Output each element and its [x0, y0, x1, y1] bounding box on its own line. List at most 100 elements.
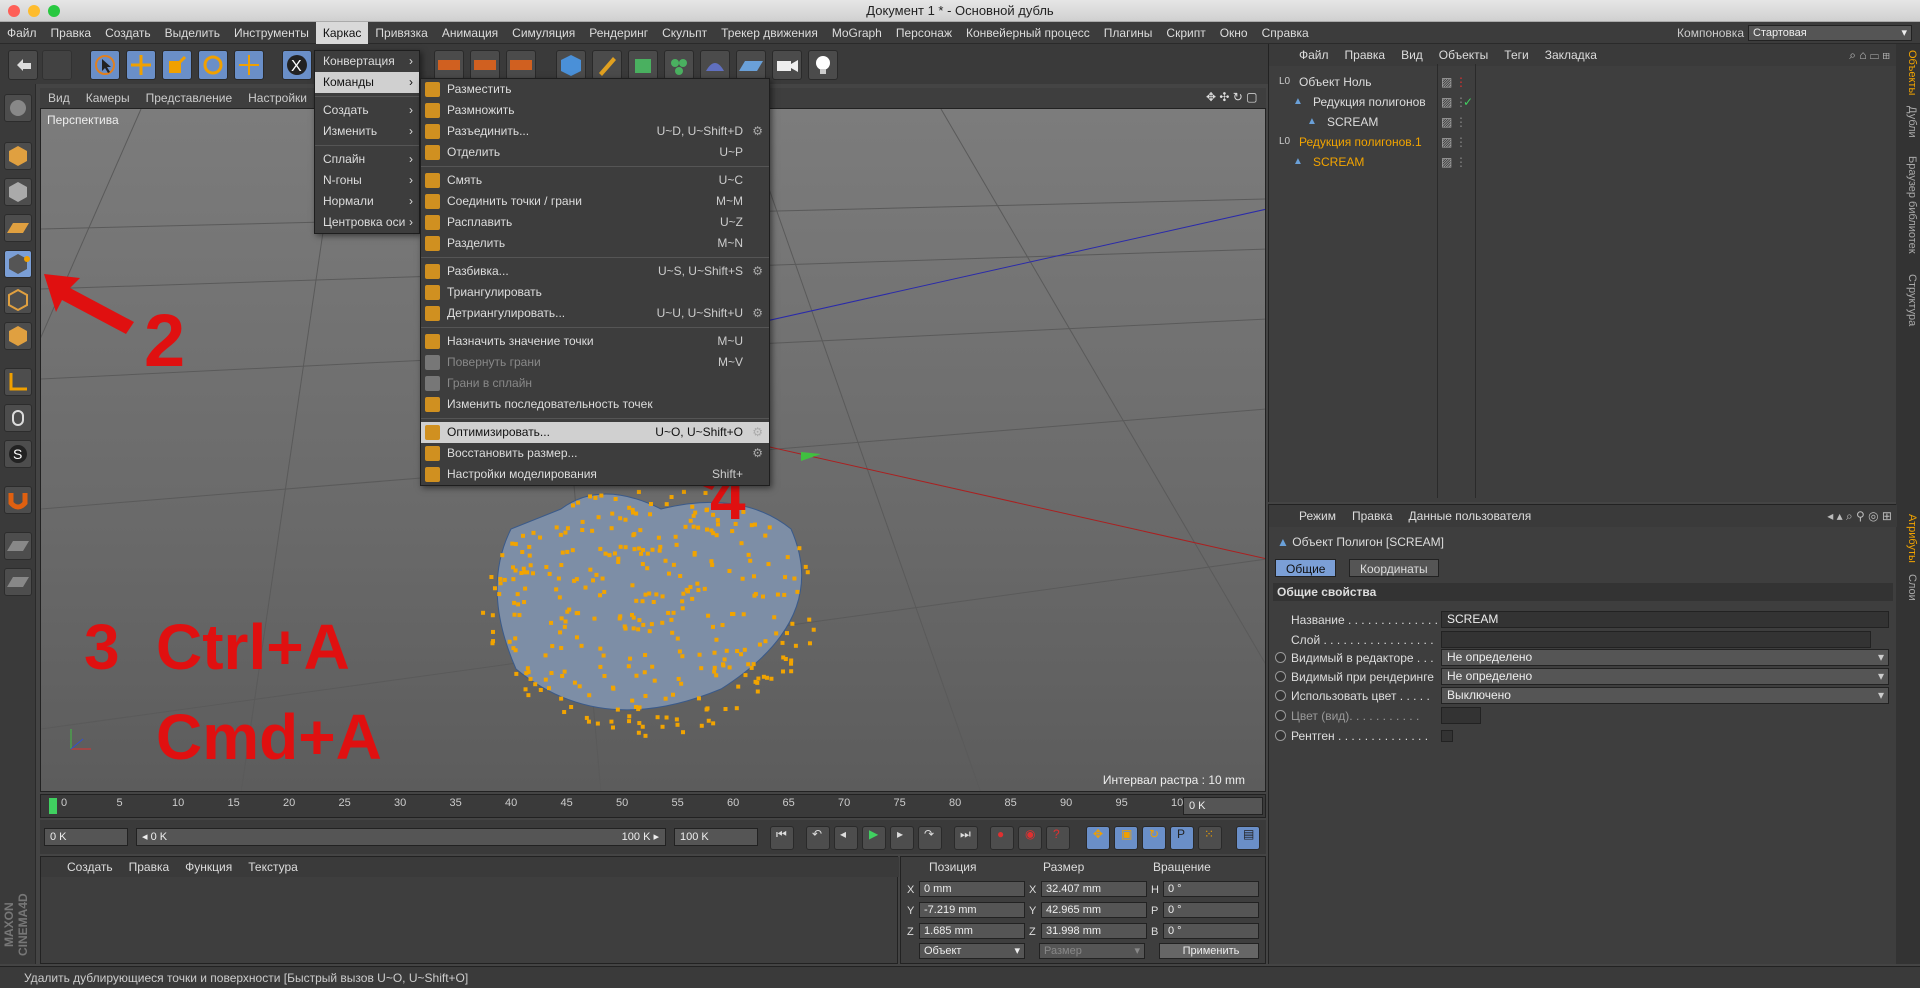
mesh-point[interactable] [572, 680, 577, 685]
mesh-point[interactable] [610, 685, 615, 690]
mesh-point[interactable] [519, 571, 524, 576]
mesh-point[interactable] [634, 598, 639, 603]
command-item-20[interactable]: Восстановить размер... ⚙ [421, 443, 769, 464]
object-manager-tools[interactable]: ⌕ ⌂ ▭ ⊞ [1849, 48, 1890, 63]
mesh-point[interactable] [764, 675, 769, 680]
rotate-tool-button[interactable] [198, 50, 228, 80]
render-picture-viewer-button[interactable] [470, 50, 500, 80]
mesh-point[interactable] [699, 666, 704, 671]
mesh-point[interactable] [663, 696, 668, 701]
mesh-point[interactable] [641, 622, 646, 627]
mesh-point[interactable] [601, 653, 606, 658]
mesh-point[interactable] [592, 616, 597, 621]
mesh-point[interactable] [563, 530, 568, 535]
side-tab-дубли[interactable]: Дубли [1898, 106, 1918, 138]
mesh-point[interactable] [580, 519, 585, 524]
mesh-point[interactable] [664, 502, 669, 507]
mesh-point[interactable] [636, 627, 641, 632]
menu-8[interactable]: Симуляция [505, 22, 582, 44]
menu-9[interactable]: Рендеринг [582, 22, 655, 44]
light-button[interactable] [808, 50, 838, 80]
mesh-point[interactable] [498, 581, 503, 586]
mesh-point[interactable] [727, 568, 732, 573]
camera-button[interactable] [772, 50, 802, 80]
mesh-menu-item-6[interactable]: Нормали › [315, 191, 419, 212]
mesh-point[interactable] [565, 526, 570, 531]
mesh-point[interactable] [554, 587, 559, 592]
object-row[interactable]: ▲ SCREAM ⋮ ▨ [1269, 112, 1901, 132]
mesh-point[interactable] [584, 715, 589, 720]
zoom-window-button[interactable] [48, 5, 60, 17]
mesh-point[interactable] [562, 710, 567, 715]
snapping-button[interactable]: S [4, 440, 32, 468]
animation-radio-icon[interactable] [1275, 652, 1286, 663]
mesh-point[interactable] [793, 643, 798, 648]
tweak-mode-button[interactable] [4, 404, 32, 432]
mesh-point[interactable] [742, 647, 747, 652]
viewport-menu-0[interactable]: Вид [40, 91, 78, 105]
mesh-point[interactable] [643, 592, 648, 597]
mesh-point[interactable] [559, 645, 564, 650]
mesh-menu-item-1[interactable]: Команды › [315, 72, 419, 93]
mesh-point[interactable] [502, 577, 507, 582]
mesh-point[interactable] [591, 578, 596, 583]
mesh-point[interactable] [652, 678, 657, 683]
mesh-point[interactable] [666, 610, 671, 615]
mesh-point[interactable] [570, 503, 575, 508]
gear-icon[interactable]: ⚙ [752, 422, 763, 443]
mesh-point[interactable] [774, 631, 779, 636]
object-menu-1[interactable]: Правка [1337, 48, 1394, 62]
mesh-point[interactable] [731, 611, 736, 616]
mesh-point[interactable] [696, 696, 701, 701]
mesh-point[interactable] [640, 599, 645, 604]
mesh-point[interactable] [631, 533, 636, 538]
mesh-point[interactable] [683, 524, 688, 529]
menu-11[interactable]: Трекер движения [714, 22, 825, 44]
mesh-menu-item-3[interactable]: Изменить › [315, 121, 419, 142]
points-mode-button[interactable] [4, 250, 32, 278]
current-frame-field[interactable]: 0 K [1183, 797, 1263, 815]
object-row[interactable]: ▲ SCREAM ⋮ ▨ [1269, 152, 1901, 172]
mesh-point[interactable] [598, 593, 603, 598]
layer-toggle-icon[interactable]: ▨ [1441, 112, 1452, 132]
mesh-point[interactable] [517, 613, 522, 618]
attribute-select[interactable]: Не определено [1441, 649, 1889, 666]
mesh-point[interactable] [660, 620, 665, 625]
mesh-point[interactable] [688, 518, 693, 523]
magnet-button[interactable] [4, 486, 32, 514]
mesh-point[interactable] [511, 577, 516, 582]
menu-16[interactable]: Скрипт [1159, 22, 1212, 44]
menu-1[interactable]: Правка [44, 22, 99, 44]
mesh-point[interactable] [602, 589, 607, 594]
mesh-point[interactable] [598, 546, 603, 551]
menu-14[interactable]: Конвейерный процесс [959, 22, 1097, 44]
mesh-point[interactable] [805, 570, 810, 575]
mesh-point[interactable] [676, 676, 681, 681]
mesh-point[interactable] [583, 585, 588, 590]
polygons-mode-button[interactable] [4, 322, 32, 350]
object-row[interactable]: ▲ Редукция полигонов ⋮ ▨ ✓ [1269, 92, 1901, 112]
mesh-point[interactable] [763, 639, 768, 644]
attribute-menu-2[interactable]: Данные пользователя [1401, 509, 1540, 523]
tab-basic[interactable]: Общие [1275, 559, 1337, 577]
mesh-point[interactable] [691, 524, 696, 529]
mesh-point[interactable] [595, 721, 600, 726]
menu-15[interactable]: Плагины [1097, 22, 1160, 44]
mesh-point[interactable] [554, 525, 559, 530]
mesh-point[interactable] [690, 596, 695, 601]
mesh-point[interactable] [559, 563, 564, 568]
attribute-select[interactable]: Не определено [1441, 668, 1889, 685]
mesh-point[interactable] [763, 533, 768, 538]
command-item-2[interactable]: Разъединить... U~D, U~Shift+D ⚙ [421, 121, 769, 142]
mesh-point[interactable] [558, 630, 563, 635]
mesh-point[interactable] [510, 541, 515, 546]
visibility-dots-icon[interactable]: ⋮ [1455, 152, 1467, 172]
minimize-window-button[interactable] [28, 5, 40, 17]
mesh-point[interactable] [641, 548, 646, 553]
key-point-level-button[interactable]: ⁙ [1198, 826, 1222, 850]
mesh-point[interactable] [513, 542, 518, 547]
attribute-menu-0[interactable]: Режим [1291, 509, 1344, 523]
size-field[interactable]: 42.965 mm [1041, 902, 1147, 918]
object-menu-2[interactable]: Вид [1393, 48, 1431, 62]
mesh-point[interactable] [588, 494, 593, 499]
